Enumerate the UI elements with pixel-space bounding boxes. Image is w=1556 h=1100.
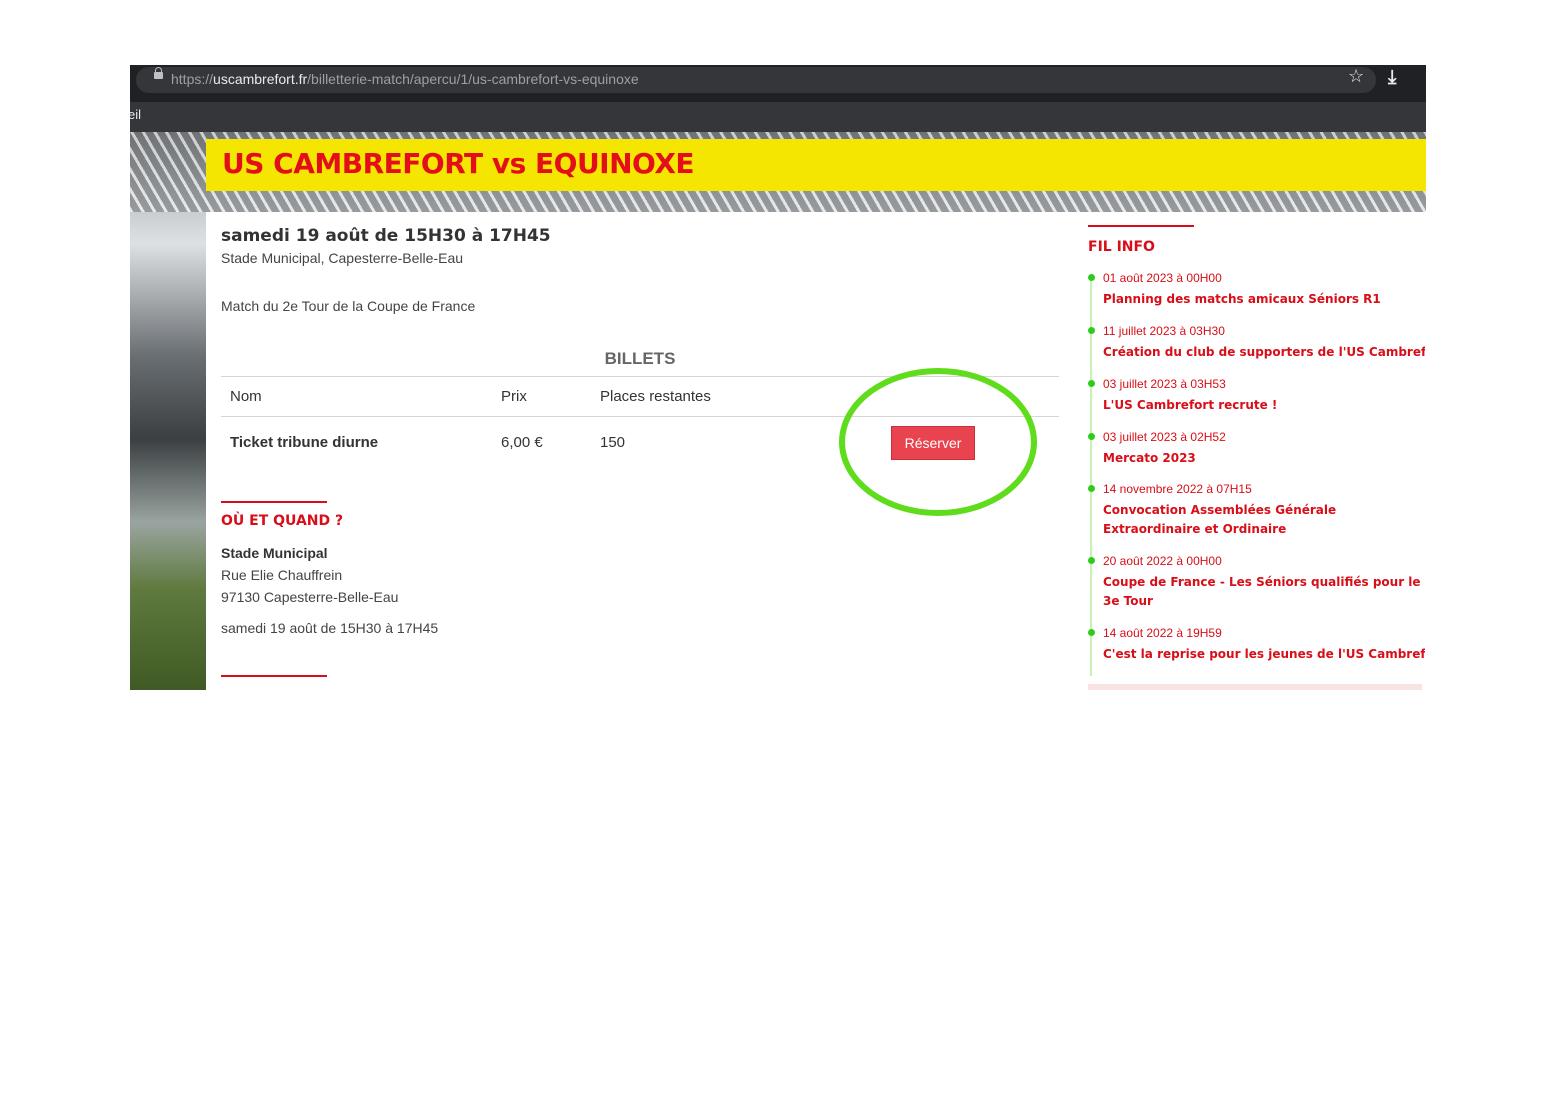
news-title[interactable]: Coupe de France - Les Séniors qualifiés …: [1103, 573, 1425, 611]
venue-name: Stade Municipal: [221, 545, 328, 561]
news-item[interactable]: 14 novembre 2022 à 07H15 Convocation Ass…: [1088, 482, 1426, 544]
bullet-dot-icon: [1088, 557, 1095, 564]
news-date: 14 novembre 2022 à 07H15: [1103, 482, 1252, 496]
news-date: 20 août 2022 à 00H00: [1103, 554, 1222, 568]
bookmarks-bar: eil: [130, 102, 1426, 132]
news-item[interactable]: 14 août 2022 à 19H59 C'est la reprise po…: [1088, 626, 1426, 670]
news-item[interactable]: 20 août 2022 à 00H00 Coupe de France - L…: [1088, 554, 1426, 616]
address-bar[interactable]: https://uscambrefort.fr/billetterie-matc…: [136, 67, 1376, 93]
bullet-dot-icon: [1088, 274, 1095, 281]
news-title[interactable]: L'US Cambrefort recrute !: [1103, 396, 1425, 415]
event-date: samedi 19 août de 15H30 à 17H45: [221, 226, 551, 246]
column-header-remaining: Places restantes: [600, 388, 711, 405]
column-header-name: Nom: [230, 388, 262, 405]
column-header-price: Prix: [501, 388, 527, 405]
lock-icon: [154, 67, 163, 79]
match-title: US CAMBREFORT vs EQUINOXE: [222, 147, 695, 180]
section-rule: [221, 675, 327, 677]
fil-info-heading: FIL INFO: [1088, 239, 1155, 255]
news-date: 14 août 2022 à 19H59: [1103, 626, 1222, 640]
ticket-price: 6,00 €: [501, 434, 543, 451]
news-date: 11 juillet 2023 à 03H30: [1103, 324, 1225, 338]
news-title[interactable]: C'est la reprise pour les jeunes de l'US…: [1103, 645, 1425, 664]
venue-city: 97130 Capesterre-Belle-Eau: [221, 589, 399, 605]
news-item[interactable]: 03 juillet 2023 à 02H52 Mercato 2023: [1088, 430, 1426, 474]
news-item[interactable]: 03 juillet 2023 à 03H53 L'US Cambrefort …: [1088, 377, 1426, 421]
section-rule: [221, 501, 327, 503]
event-venue: Stade Municipal, Capesterre-Belle-Eau: [221, 250, 464, 266]
bullet-dot-icon: [1088, 629, 1095, 636]
browser-toolbar: https://uscambrefort.fr/billetterie-matc…: [130, 65, 1426, 102]
venue-schedule: samedi 19 août de 15H30 à 17H45: [221, 620, 439, 636]
ticket-name: Ticket tribune diurne: [230, 434, 379, 451]
tickets-heading: BILLETS: [604, 349, 676, 368]
ticket-remaining: 150: [600, 434, 626, 451]
url-text[interactable]: https://uscambrefort.fr/billetterie-matc…: [171, 71, 639, 87]
url-path: /billetterie-match/apercu/1/us-cambrefor…: [307, 71, 639, 87]
news-date: 03 juillet 2023 à 03H53: [1103, 377, 1226, 391]
screenshot: https://uscambrefort.fr/billetterie-matc…: [130, 65, 1426, 690]
bookmark-star-icon[interactable]: ☆: [1348, 66, 1364, 87]
bullet-dot-icon: [1088, 380, 1095, 387]
news-item[interactable]: 11 juillet 2023 à 03H30 Création du club…: [1088, 324, 1426, 368]
content-panel: samedi 19 août de 15H30 à 17H45 Stade Mu…: [206, 212, 1426, 690]
news-date: 03 juillet 2023 à 02H52: [1103, 430, 1226, 444]
news-item[interactable]: 01 août 2023 à 00H00 Planning des matchs…: [1088, 271, 1426, 315]
bullet-dot-icon: [1088, 433, 1095, 440]
bullet-dot-icon: [1088, 485, 1095, 492]
highlight-circle: [839, 368, 1037, 516]
news-date: 01 août 2023 à 00H00: [1103, 271, 1222, 285]
news-title[interactable]: Planning des matchs amicaux Séniors R1: [1103, 290, 1425, 309]
bookmark-item[interactable]: eil: [130, 107, 141, 122]
sidebar-next-block: [1088, 684, 1422, 690]
match-banner: US CAMBREFORT vs EQUINOXE: [206, 139, 1426, 191]
news-title[interactable]: Mercato 2023: [1103, 449, 1425, 468]
venue-street: Rue Elie Chauffrein: [221, 567, 343, 583]
url-host: uscambrefort.fr: [213, 71, 308, 87]
url-scheme: https://: [171, 71, 214, 87]
sidebar-rule: [1088, 225, 1194, 227]
event-description: Match du 2e Tour de la Coupe de France: [221, 298, 476, 314]
bullet-dot-icon: [1088, 327, 1095, 334]
news-title[interactable]: Création du club de supporters de l'US C…: [1103, 343, 1425, 362]
where-when-heading: OÙ ET QUAND ?: [221, 513, 344, 529]
download-icon[interactable]: ⤓: [1388, 67, 1396, 89]
news-title[interactable]: Convocation Assemblées Générale Extraord…: [1103, 501, 1425, 539]
